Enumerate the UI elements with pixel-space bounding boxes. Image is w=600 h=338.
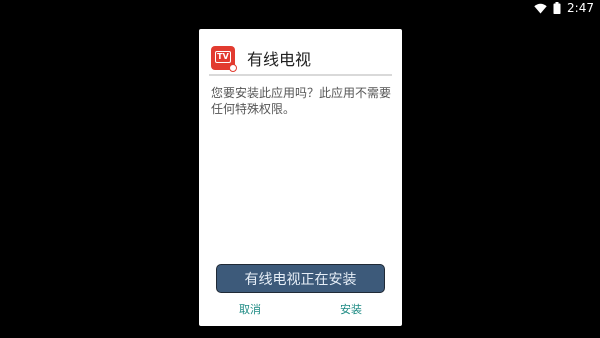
dialog-message: 您要安装此应用吗？此应用不需要任何特殊权限。	[211, 86, 392, 116]
install-dialog: TV 有线电视 您要安装此应用吗？此应用不需要任何特殊权限。 有线电视正在安装 …	[199, 29, 402, 326]
icon-badge	[229, 64, 237, 72]
dialog-title: 有线电视	[247, 50, 312, 69]
status-time: 2:47	[567, 1, 594, 15]
title-divider	[209, 74, 392, 76]
wifi-icon	[534, 3, 547, 14]
app-icon-text: TV	[217, 52, 229, 61]
screen: 2:47 TV 有线电视 您要安装此应用吗？此应用不需要任何特殊权限。 有线电视…	[0, 0, 600, 338]
dialog-actions: 取消 安装	[199, 301, 402, 319]
status-bar: 2:47	[534, 0, 600, 16]
app-tv-icon: TV	[211, 46, 237, 72]
battery-icon	[553, 2, 561, 14]
installing-progress-button[interactable]: 有线电视正在安装	[216, 264, 385, 293]
install-button[interactable]: 安装	[340, 301, 362, 319]
cancel-button[interactable]: 取消	[239, 301, 261, 319]
dialog-header: TV 有线电视	[211, 43, 390, 73]
